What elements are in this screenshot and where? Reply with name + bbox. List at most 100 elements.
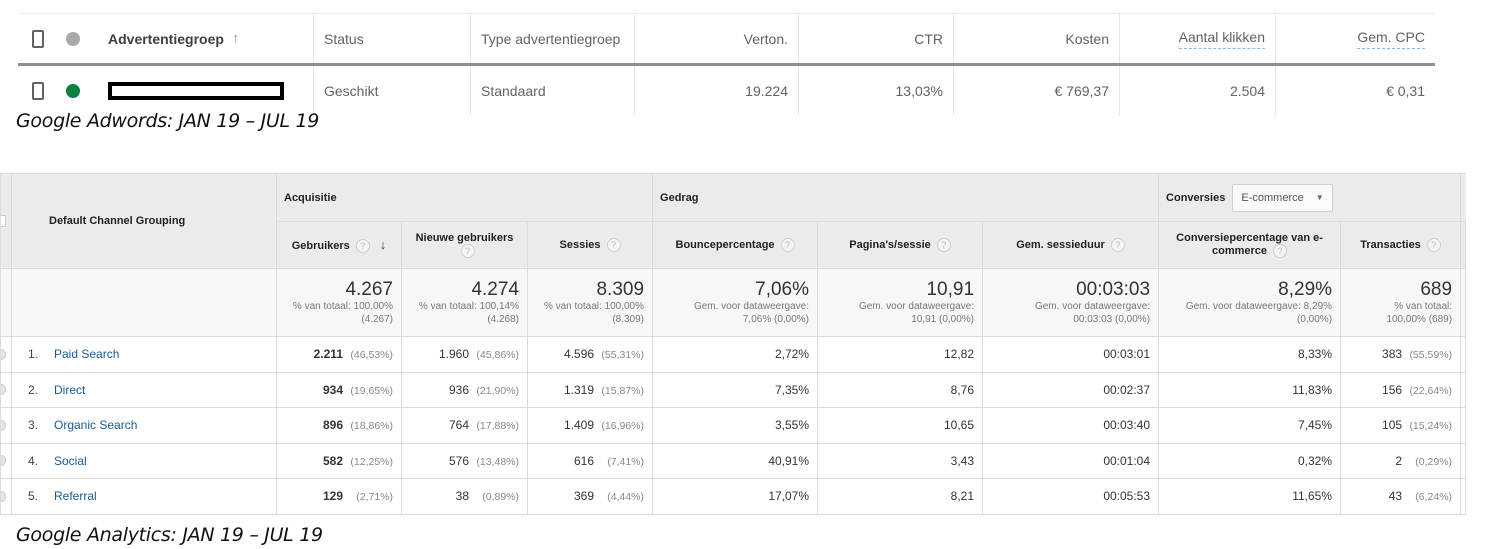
transactions-percent: (15,24%) [1409, 420, 1453, 433]
sessions-cell: 1.409 (16,96%) [526, 407, 654, 444]
help-icon[interactable]: ? [460, 244, 475, 258]
users-percent: (46,53%) [350, 349, 393, 362]
sort-descending-icon[interactable]: ↓ [380, 237, 387, 252]
help-icon[interactable]: ? [936, 238, 951, 252]
bounce-rate-value: 40,91% [768, 453, 810, 468]
column-header-clicks[interactable]: Aantal klikken [1120, 14, 1276, 63]
column-header-ecommerce-conversion-rate[interactable]: Conversiepercentage van e-commerce? [1158, 221, 1342, 269]
totals-check-cell [0, 268, 12, 337]
table-row: 5. Referral 129 (2,71%) 38 (0,89%) 369 (4,44%) 1… [0, 478, 1467, 515]
column-label: Transacties [1360, 238, 1421, 251]
row-checkbox[interactable] [1, 455, 6, 467]
totals-dimension-cell [11, 268, 277, 337]
bounce-rate-cell: 40,91% [652, 442, 819, 479]
ad-group-name-cell[interactable] [94, 66, 314, 116]
new-users-percent: (17,88%) [476, 420, 519, 433]
sessions-percent: (16,96%) [601, 420, 645, 433]
transactions-percent: (55,59%) [1409, 349, 1453, 362]
pages-per-session-cell: 10,65 [817, 407, 984, 444]
total-transactions: 689% van totaal: 100,00% (689) [1340, 268, 1462, 337]
users-percent: (12,25%) [350, 455, 393, 468]
total-note: (4.267) [361, 314, 393, 325]
column-header-ad-group[interactable]: Advertentiegroep ↑ [94, 14, 314, 63]
row-rank: 2. [28, 382, 39, 397]
help-icon[interactable]: ? [355, 239, 370, 254]
avg-session-duration-cell: 00:03:40 [982, 407, 1160, 444]
table-row: 2. Direct 934 (19,65%) 936 (21,90%) 1.319 (15,8… [0, 371, 1467, 408]
avg-session-duration-value: 00:05:53 [1103, 489, 1151, 504]
total-value: 689 [1420, 279, 1453, 300]
row-status-dot-cell [54, 66, 94, 116]
total-note: Gem. voor dataweergave: 8,29% [1185, 301, 1333, 312]
pages-per-session-value: 10,65 [943, 418, 975, 433]
channel-link[interactable]: Organic Search [54, 418, 137, 432]
row-checkbox[interactable] [32, 82, 44, 100]
table-row: Geschikt Standaard 19.224 13,03% € 769,3… [18, 66, 1435, 116]
channel-link[interactable]: Referral [54, 489, 97, 503]
help-icon[interactable]: ? [1273, 244, 1288, 258]
total-note: Gem. voor dataweergave: [1034, 301, 1151, 312]
row-rank: 3. [28, 418, 39, 433]
sessions-value: 4.596 [563, 347, 595, 362]
column-header-avg-session-duration[interactable]: Gem. sessieduur? [982, 221, 1160, 269]
ecommerce-conversion-rate-cell: 8,33% [1158, 336, 1342, 373]
dimension-header[interactable]: Default Channel Grouping [11, 173, 277, 269]
help-icon[interactable]: ? [606, 238, 621, 252]
select-all-cell[interactable] [0, 173, 12, 269]
select-all-checkbox[interactable] [1, 215, 6, 227]
users-value: 896 [322, 418, 343, 433]
column-header-ctr[interactable]: CTR [799, 14, 954, 63]
users-cell: 896 (18,86%) [276, 407, 402, 444]
column-header-new-users[interactable]: Nieuwe gebruikers? [401, 221, 528, 269]
row-checkbox[interactable] [1, 419, 6, 431]
channel-cell: 3. Organic Search [11, 407, 277, 444]
arrow-up-icon: ↑ [231, 30, 240, 47]
column-header-type[interactable]: Type advertentiegroep [471, 14, 635, 63]
channel-link[interactable]: Direct [54, 383, 85, 397]
total-bounce-rate: 7,06% Gem. voor dataweergave: 7,06% (0,00%… [652, 268, 819, 337]
row-spacer [1460, 478, 1467, 515]
help-icon[interactable]: ? [780, 238, 795, 252]
column-header-users[interactable]: Gebruikers? ↓ [276, 221, 402, 269]
row-checkbox[interactable] [1, 384, 6, 396]
help-icon[interactable]: ? [1426, 238, 1441, 252]
channel-cell: 4. Social [11, 442, 277, 479]
ecommerce-conversion-rate-cell: 11,65% [1158, 478, 1342, 515]
total-value: 8.309 [596, 279, 645, 300]
total-value: 4.267 [345, 279, 393, 300]
adwords-header-row: Advertentiegroep ↑ Status Type advertent… [18, 14, 1435, 66]
dimension-header-label: Default Channel Grouping [49, 215, 186, 227]
transactions-value: 43 [1388, 489, 1403, 504]
select-all-checkbox[interactable] [32, 29, 44, 48]
column-header-sessions[interactable]: Sessies? [526, 221, 654, 269]
column-header-impressions[interactable]: Verton. [635, 14, 799, 63]
ecommerce-conversion-rate-value: 0,32% [1298, 453, 1333, 468]
impressions-cell: 19.224 [635, 66, 799, 116]
row-spacer [1460, 268, 1467, 337]
new-users-value: 936 [448, 382, 469, 397]
ctr-cell: 13,03% [799, 66, 954, 116]
column-label: Sessies [559, 238, 601, 251]
total-note: 100,00% (689) [1386, 314, 1453, 325]
conversions-select[interactable]: E-commerce ▼ [1232, 183, 1333, 212]
transactions-value: 105 [1382, 418, 1403, 433]
column-header-status[interactable]: Status [314, 14, 471, 63]
column-header-bounce-rate[interactable]: Bouncepercentage? [652, 221, 819, 269]
column-header-avg-cpc[interactable]: Gem. CPC [1276, 14, 1435, 63]
table-row: 1. Paid Search 2.211 (46,53%) 1.960 (45,86%) 4… [0, 336, 1467, 373]
total-note: 00:03:03 (0,00%) [1073, 314, 1151, 325]
column-header-transactions[interactable]: Transacties? [1340, 221, 1462, 269]
help-icon[interactable]: ? [1110, 238, 1125, 252]
table-row: 4. Social 582 (12,25%) 576 (13,48%) 616 (7,41%)… [0, 442, 1467, 479]
status-cell: Geschikt [314, 66, 471, 116]
new-users-percent: (13,48%) [476, 455, 519, 468]
row-checkbox[interactable] [1, 490, 6, 502]
total-sessions: 8.309% van totaal: 100,00% (8.309) [526, 268, 654, 337]
column-header-pages-per-session[interactable]: Pagina's/sessie? [817, 221, 984, 269]
pages-per-session-cell: 3,43 [817, 442, 984, 479]
column-header-cost[interactable]: Kosten [954, 14, 1120, 63]
row-checkbox[interactable] [1, 348, 6, 360]
transactions-percent: (22,64%) [1409, 384, 1453, 397]
channel-link[interactable]: Social [54, 454, 87, 468]
channel-link[interactable]: Paid Search [54, 347, 119, 361]
